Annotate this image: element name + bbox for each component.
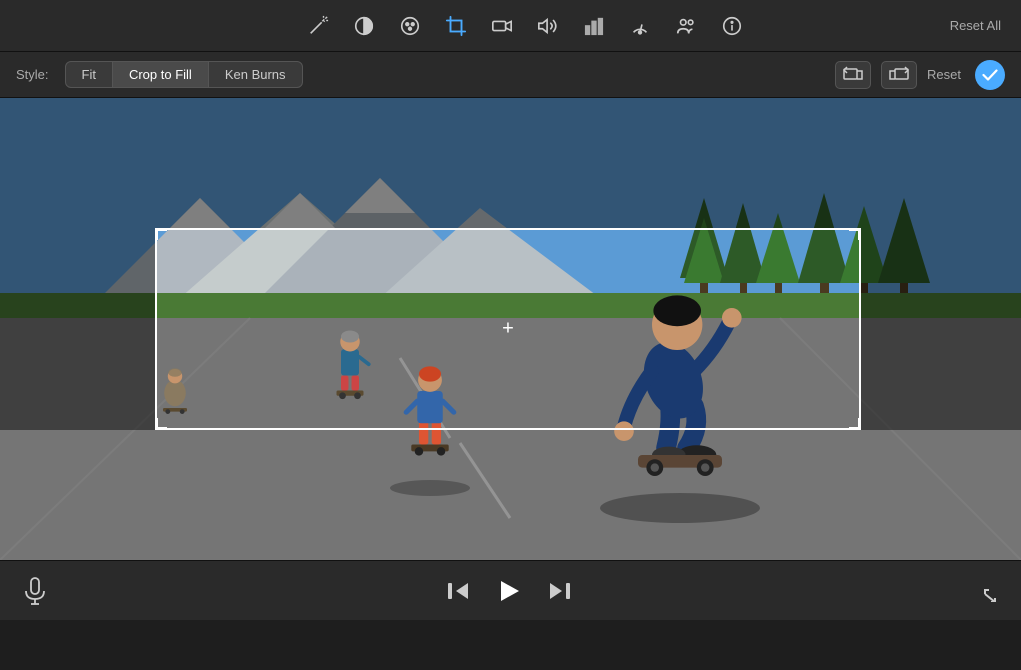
bottom-bar bbox=[0, 560, 1021, 620]
fit-button[interactable]: Fit bbox=[66, 62, 113, 87]
skip-forward-button[interactable] bbox=[549, 581, 571, 601]
rotate-right-button[interactable] bbox=[881, 61, 917, 89]
ken-burns-button[interactable]: Ken Burns bbox=[209, 62, 302, 87]
overlay-left bbox=[0, 228, 155, 430]
overlay-top bbox=[0, 98, 1021, 228]
reset-button[interactable]: Reset bbox=[927, 67, 961, 82]
speedometer-icon[interactable] bbox=[626, 12, 654, 40]
crop-icon[interactable] bbox=[442, 12, 470, 40]
contrast-icon[interactable] bbox=[350, 12, 378, 40]
microphone-button[interactable] bbox=[24, 577, 46, 605]
info-icon[interactable] bbox=[718, 12, 746, 40]
video-camera-icon[interactable] bbox=[488, 12, 516, 40]
color-palette-icon[interactable] bbox=[396, 12, 424, 40]
rotate-left-button[interactable] bbox=[835, 61, 871, 89]
overlay-right bbox=[861, 228, 1021, 430]
playback-controls bbox=[447, 579, 571, 603]
reset-all-button[interactable]: Reset All bbox=[950, 18, 1001, 33]
video-area[interactable]: + bbox=[0, 98, 1021, 560]
style-label: Style: bbox=[16, 67, 49, 82]
people-icon[interactable] bbox=[672, 12, 700, 40]
top-toolbar: Reset All bbox=[0, 0, 1021, 52]
confirm-button[interactable] bbox=[975, 60, 1005, 90]
bar-chart-icon[interactable] bbox=[580, 12, 608, 40]
crop-to-fill-button[interactable]: Crop to Fill bbox=[113, 62, 209, 87]
style-right-controls: Reset bbox=[835, 60, 1005, 90]
fullscreen-button[interactable] bbox=[971, 580, 997, 602]
play-button[interactable] bbox=[497, 579, 521, 603]
audio-icon[interactable] bbox=[534, 12, 562, 40]
bottom-left-controls bbox=[24, 577, 46, 605]
style-bar: Style: Fit Crop to Fill Ken Burns Reset bbox=[0, 52, 1021, 98]
toolbar-icons bbox=[100, 12, 950, 40]
magic-wand-icon[interactable] bbox=[304, 12, 332, 40]
bottom-right-controls bbox=[971, 580, 997, 602]
skip-back-button[interactable] bbox=[447, 581, 469, 601]
style-button-group: Fit Crop to Fill Ken Burns bbox=[65, 61, 303, 88]
